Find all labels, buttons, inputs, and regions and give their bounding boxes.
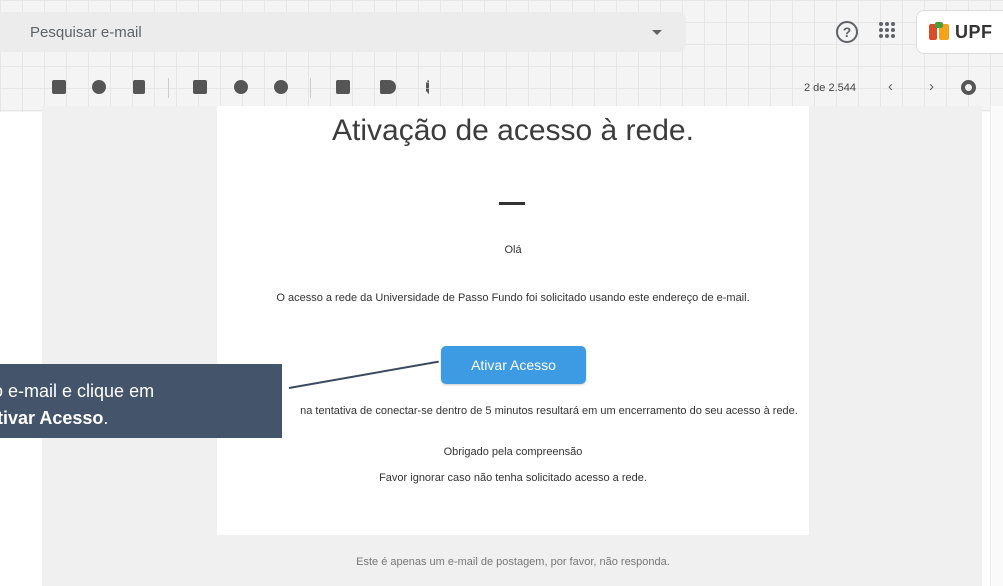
archive-icon[interactable] bbox=[52, 80, 66, 94]
callout-line-2: tivar Acesso. bbox=[0, 405, 282, 432]
callout-bold-text: tivar Acesso bbox=[0, 408, 104, 428]
warning-text: na tentativa de conectar-se dentro de 5 … bbox=[300, 405, 798, 417]
toolbar-divider bbox=[310, 78, 311, 98]
search-bar[interactable]: Pesquisar e-mail bbox=[0, 12, 686, 52]
report-spam-icon[interactable] bbox=[92, 80, 106, 94]
divider bbox=[499, 202, 525, 205]
message-toolbar: 2 de 2.544 ‹ › bbox=[0, 68, 1003, 106]
apps-icon[interactable] bbox=[879, 22, 895, 38]
prev-message-icon[interactable]: ‹ bbox=[888, 78, 893, 95]
settings-icon[interactable] bbox=[961, 80, 976, 95]
toolbar-divider bbox=[168, 78, 169, 98]
brand-name: UPF bbox=[955, 21, 993, 42]
add-task-icon[interactable] bbox=[274, 80, 288, 94]
search-options-icon[interactable] bbox=[652, 29, 662, 35]
message-count: 2 de 2.544 bbox=[804, 82, 856, 94]
greeting-text: Olá bbox=[504, 244, 522, 256]
instruction-callout: o e-mail e clique em tivar Acesso. bbox=[0, 364, 282, 438]
email-footer: Este é apenas um e-mail de postagem, por… bbox=[356, 556, 670, 568]
mark-unread-icon[interactable] bbox=[193, 80, 207, 94]
callout-line-1: o e-mail e clique em bbox=[0, 381, 155, 401]
more-icon[interactable] bbox=[426, 80, 429, 94]
move-to-icon[interactable] bbox=[336, 80, 350, 94]
search-input[interactable]: Pesquisar e-mail bbox=[30, 24, 652, 41]
account-brand[interactable]: UPF bbox=[916, 10, 1003, 54]
email-heading: Ativação de acesso à rede. bbox=[332, 114, 694, 147]
help-icon[interactable]: ? bbox=[836, 21, 858, 43]
search-lead bbox=[0, 12, 9, 52]
email-card: Ativação de acesso à rede. Olá O acesso … bbox=[217, 106, 809, 535]
label-icon[interactable] bbox=[380, 80, 396, 94]
scrollbar[interactable] bbox=[990, 106, 1003, 586]
snooze-icon[interactable] bbox=[234, 80, 248, 94]
next-message-icon[interactable]: › bbox=[929, 78, 934, 95]
ignore-text: Favor ignorar caso não tenha solicitado … bbox=[379, 472, 647, 484]
upf-logo-icon bbox=[929, 22, 951, 42]
activate-access-button[interactable]: Ativar Acesso bbox=[441, 346, 586, 384]
callout-tail: . bbox=[103, 408, 109, 428]
info-text: O acesso a rede da Universidade de Passo… bbox=[276, 292, 750, 304]
delete-icon[interactable] bbox=[133, 80, 145, 94]
thanks-text: Obrigado pela compreensão bbox=[443, 446, 583, 458]
